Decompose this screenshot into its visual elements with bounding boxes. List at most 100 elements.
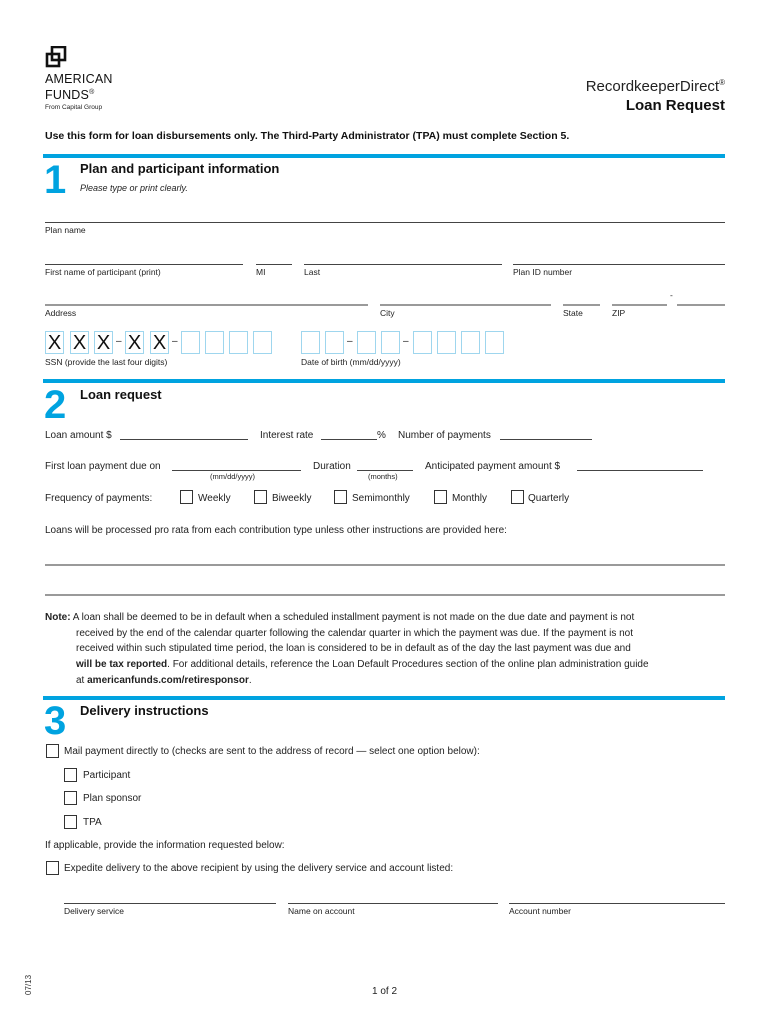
city-field[interactable] xyxy=(380,304,551,306)
name-on-account-field[interactable] xyxy=(288,903,498,904)
ssn-box[interactable] xyxy=(181,331,200,354)
frequency-biweekly-checkbox[interactable] xyxy=(254,490,267,504)
address-field[interactable] xyxy=(45,304,368,306)
instructions-line-1[interactable] xyxy=(45,564,725,566)
recipient-tpa-label: TPA xyxy=(83,817,102,828)
section-2-bar xyxy=(43,379,725,383)
section-1-bar xyxy=(43,154,725,158)
page-number: 1 of 2 xyxy=(372,986,398,997)
account-number-field[interactable] xyxy=(509,903,725,904)
dob-box[interactable] xyxy=(437,331,456,354)
interest-rate-field[interactable] xyxy=(321,439,377,440)
section-3-title: Delivery instructions xyxy=(80,703,209,718)
mi-field[interactable] xyxy=(256,264,292,265)
section-1-number: 1 xyxy=(44,158,67,202)
frequency-semimonthly-checkbox[interactable] xyxy=(334,490,347,504)
zip-label: ZIP xyxy=(612,308,626,318)
expedite-delivery-label: Expedite delivery to the above recipient… xyxy=(64,863,454,874)
recipient-plan-sponsor-checkbox[interactable] xyxy=(64,791,77,805)
default-note: Note: A loan shall be deemed to be in de… xyxy=(45,610,705,689)
ssn-box[interactable] xyxy=(229,331,248,354)
num-payments-label: Number of payments xyxy=(398,430,491,441)
frequency-quarterly-label: Quarterly xyxy=(528,493,570,504)
dob-box[interactable] xyxy=(381,331,400,354)
ssn-box[interactable]: X xyxy=(94,331,113,354)
frequency-weekly-checkbox[interactable] xyxy=(180,490,193,504)
section-3-bar xyxy=(43,696,725,700)
num-payments-field[interactable] xyxy=(500,439,592,440)
american-funds-logo-icon xyxy=(45,46,67,68)
instructions-line-2[interactable] xyxy=(45,594,725,596)
duration-label: Duration xyxy=(313,461,351,472)
mail-payment-label: Mail payment directly to (checks are sen… xyxy=(64,746,480,757)
expedite-delivery-checkbox[interactable] xyxy=(46,861,59,875)
section-1-subtitle: Please type or print clearly. xyxy=(80,183,188,193)
ssn-box[interactable]: X xyxy=(70,331,89,354)
zip-field[interactable] xyxy=(612,304,667,306)
frequency-semimonthly-label: Semimonthly xyxy=(352,493,410,504)
frequency-monthly-checkbox[interactable] xyxy=(434,490,447,504)
dob-box[interactable] xyxy=(357,331,376,354)
logo-subtitle: From Capital Group xyxy=(45,104,103,111)
brand-name: RecordkeeperDirect® xyxy=(586,78,725,95)
recipient-participant-label: Participant xyxy=(83,770,131,781)
pro-rata-text: Loans will be processed pro rata from ea… xyxy=(45,525,507,536)
frequency-weekly-label: Weekly xyxy=(198,493,231,504)
ssn-box[interactable]: X xyxy=(45,331,64,354)
logo-wordmark: AMERICAN FUNDS® xyxy=(45,72,113,102)
ssn-dash: – xyxy=(116,336,122,347)
percent-sign: % xyxy=(377,430,386,441)
name-on-account-label: Name on account xyxy=(288,906,355,916)
first-name-field[interactable] xyxy=(45,264,243,265)
dob-box[interactable] xyxy=(301,331,320,354)
state-label: State xyxy=(563,308,583,318)
note-label: Note: xyxy=(45,612,71,623)
note-text: received within such stipulated time per… xyxy=(76,643,631,655)
account-number-label: Account number xyxy=(509,906,571,916)
ssn-box[interactable]: X xyxy=(150,331,169,354)
plan-id-label: Plan ID number xyxy=(513,267,573,277)
recipient-participant-checkbox[interactable] xyxy=(64,768,77,782)
note-text: received by the end of the calendar quar… xyxy=(76,627,633,639)
form-date-code: 07/13 xyxy=(24,974,33,995)
mail-payment-checkbox[interactable] xyxy=(46,744,59,758)
recipient-plan-sponsor-label: Plan sponsor xyxy=(83,793,142,804)
note-bold: will be tax reported xyxy=(76,659,168,671)
zip-ext-field[interactable] xyxy=(677,304,725,306)
page-title: Loan Request xyxy=(625,97,725,114)
months-hint: (months) xyxy=(368,472,398,481)
plan-id-field[interactable] xyxy=(513,264,725,265)
section-2-title: Loan request xyxy=(80,387,162,402)
delivery-service-field[interactable] xyxy=(64,903,276,904)
ssn-dash: – xyxy=(172,336,178,347)
note-text: at xyxy=(76,674,88,686)
dob-box[interactable] xyxy=(485,331,504,354)
address-label: Address xyxy=(45,308,77,318)
intro-text: Use this form for loan disbursements onl… xyxy=(45,130,570,142)
dob-box[interactable] xyxy=(413,331,432,354)
interest-rate-label: Interest rate xyxy=(260,430,314,441)
ssn-box[interactable]: X xyxy=(125,331,144,354)
duration-field[interactable] xyxy=(357,470,413,471)
first-payment-field[interactable] xyxy=(172,470,301,471)
frequency-monthly-label: Monthly xyxy=(452,493,488,504)
dob-box[interactable] xyxy=(461,331,480,354)
brand-registered: ® xyxy=(719,78,725,87)
dob-dash: – xyxy=(403,336,409,347)
loan-amount-field[interactable] xyxy=(120,439,248,440)
date-format-hint: (mm/dd/yyyy) xyxy=(210,472,255,481)
section-2-number: 2 xyxy=(44,383,67,427)
retiresponsor-link[interactable]: americanfunds.com/retiresponsor xyxy=(87,675,249,686)
state-field[interactable] xyxy=(563,304,600,306)
frequency-quarterly-checkbox[interactable] xyxy=(511,490,524,504)
last-name-field[interactable] xyxy=(304,264,502,265)
dob-dash: – xyxy=(347,336,353,347)
logo-registered: ® xyxy=(89,89,95,96)
anticipated-payment-field[interactable] xyxy=(577,470,703,471)
plan-name-field[interactable] xyxy=(45,222,725,223)
ssn-box[interactable] xyxy=(205,331,224,354)
ssn-box[interactable] xyxy=(253,331,272,354)
dob-box[interactable] xyxy=(325,331,344,354)
recipient-tpa-checkbox[interactable] xyxy=(64,815,77,829)
note-text: . For additional details, reference the … xyxy=(167,659,649,671)
